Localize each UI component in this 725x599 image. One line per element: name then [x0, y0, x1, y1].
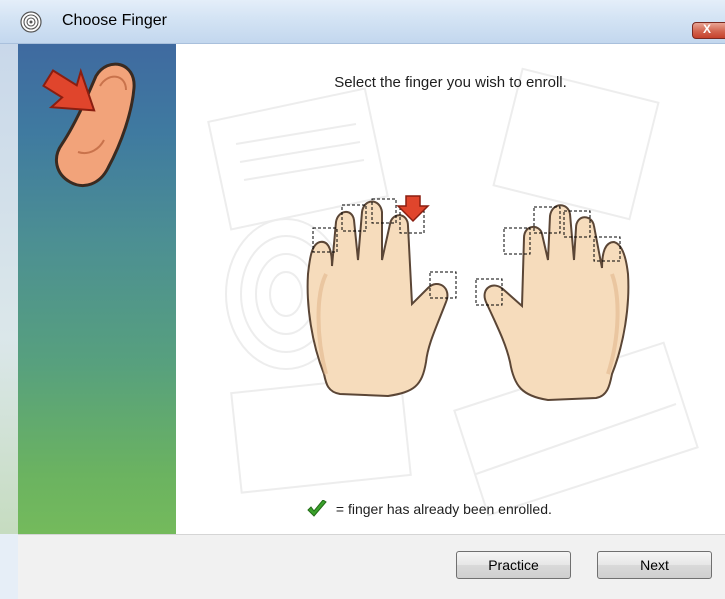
window-title: Choose Finger: [62, 12, 167, 29]
checkmark-icon: [307, 500, 327, 517]
close-button[interactable]: X: [692, 22, 725, 39]
bottom-left-strip: [0, 534, 18, 599]
right-hand: [483, 204, 630, 402]
sidebar-edge-strip: [0, 44, 18, 534]
title-bar: Choose Finger X: [0, 0, 725, 44]
hands-illustration: [306, 195, 630, 402]
legend: = finger has already been enrolled.: [306, 500, 552, 518]
finger-press-arrow-icon: [42, 62, 136, 187]
fingerprint-icon: [20, 11, 42, 33]
sidebar-banner: [0, 44, 176, 534]
choose-finger-window: Choose Finger X Select the finger you wi…: [0, 0, 725, 599]
legend-text: = finger has already been enrolled.: [335, 501, 552, 517]
content-area: Select the finger you wish to enroll. = …: [176, 44, 725, 534]
close-icon: X: [703, 22, 712, 36]
left-hand: [306, 200, 449, 398]
next-button[interactable]: Next: [597, 551, 712, 579]
practice-button[interactable]: Practice: [456, 551, 571, 579]
